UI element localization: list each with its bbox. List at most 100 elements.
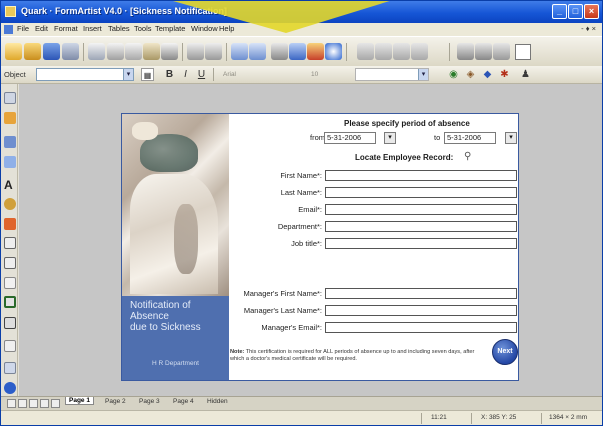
app-window: Quark · FormArtist V4.0 · [Sickness Noti… <box>0 0 603 426</box>
tab-page-1[interactable]: Page 1 <box>65 397 94 405</box>
minimize-button[interactable]: _ <box>552 4 567 19</box>
text-color-icon[interactable]: ✱ <box>498 68 511 81</box>
menu-file[interactable]: File <box>17 24 29 33</box>
line-tool-icon[interactable] <box>4 277 16 289</box>
close-button[interactable]: × <box>584 4 599 19</box>
document-window-controls[interactable]: - ♦ × <box>581 24 596 33</box>
first-name-field[interactable] <box>325 170 517 181</box>
properties-icon[interactable]: ▦ <box>141 68 154 81</box>
tab-page-2[interactable]: Page 2 <box>105 398 126 405</box>
next-page-icon[interactable] <box>29 399 38 408</box>
button-tool-icon[interactable] <box>4 218 16 230</box>
ungroup-icon[interactable] <box>475 43 492 60</box>
combo-tool-icon[interactable] <box>4 257 16 269</box>
delete-icon[interactable] <box>161 43 178 60</box>
list-tool-icon[interactable] <box>4 156 16 168</box>
redo-icon[interactable] <box>205 43 222 60</box>
script-tool-icon[interactable] <box>4 382 16 394</box>
chevron-down-icon[interactable]: ▾ <box>418 69 428 80</box>
next-button[interactable]: Next <box>492 339 518 365</box>
manager-email-label: Manager's Email*: <box>261 323 322 332</box>
script-icon[interactable] <box>307 43 324 60</box>
preview-icon[interactable] <box>88 43 105 60</box>
align-center-icon[interactable] <box>375 43 392 60</box>
table-tool-icon[interactable] <box>4 317 16 329</box>
manager-first-name-field[interactable] <box>325 288 517 299</box>
menu-insert[interactable]: Insert <box>83 24 102 33</box>
frame-tool-icon[interactable] <box>4 296 16 308</box>
first-page-icon[interactable] <box>7 399 16 408</box>
color-fill-icon[interactable]: ◉ <box>447 68 460 81</box>
font-name-field[interactable]: Arial <box>223 71 236 78</box>
checkbox-tool-icon[interactable] <box>4 237 16 249</box>
document-menu-icon[interactable] <box>4 25 13 34</box>
maximize-button[interactable]: □ <box>568 4 583 19</box>
note-text: This certification is required for ALL p… <box>230 349 475 362</box>
panel-footer: H R Department <box>152 360 199 367</box>
group-icon[interactable] <box>457 43 474 60</box>
signature-tool-icon[interactable] <box>4 362 16 374</box>
to-label: to <box>434 133 441 142</box>
spellcheck-icon[interactable] <box>289 43 306 60</box>
font-size-field[interactable]: 10 <box>311 71 318 78</box>
chevron-down-icon[interactable]: ▾ <box>123 69 133 80</box>
to-date-dropdown[interactable]: ▾ <box>505 132 517 144</box>
manager-email-field[interactable] <box>325 322 517 333</box>
help-icon[interactable] <box>325 43 342 60</box>
open-folder-icon[interactable] <box>24 43 41 60</box>
new-file-icon[interactable] <box>5 43 22 60</box>
italic-button[interactable]: I <box>179 68 192 81</box>
object-select[interactable]: ▾ <box>36 68 134 81</box>
manager-last-name-field[interactable] <box>325 305 517 316</box>
user-icon[interactable]: ♟ <box>519 68 532 81</box>
email-field[interactable] <box>325 204 517 215</box>
search-icon[interactable]: ⚲ <box>464 151 471 162</box>
prev-page-icon[interactable] <box>18 399 27 408</box>
menu-edit[interactable]: Edit <box>35 24 48 33</box>
tab-page-3[interactable]: Page 3 <box>139 398 160 405</box>
style-select[interactable]: ▾ <box>355 68 429 81</box>
design-canvas[interactable]: Notification of Absence due to Sickness … <box>19 84 602 396</box>
department-label: Department*: <box>277 222 322 231</box>
format-toolbar: Object ▾ ▦ B I U Arial 10 ▾ ◉ ◈ ◆ ✱ ♟ <box>1 66 602 84</box>
tab-page-4[interactable]: Page 4 <box>173 398 194 405</box>
align-left-icon[interactable] <box>357 43 374 60</box>
hand-tool-icon[interactable] <box>4 112 16 124</box>
cut-icon[interactable] <box>107 43 124 60</box>
paste-icon[interactable] <box>143 43 160 60</box>
menu-format[interactable]: Format <box>54 24 78 33</box>
border-icon[interactable]: ◈ <box>464 68 477 81</box>
align-right-icon[interactable] <box>393 43 410 60</box>
last-page-icon[interactable] <box>40 399 49 408</box>
menu-tools[interactable]: Tools <box>134 24 152 33</box>
barcode-tool-icon[interactable] <box>4 340 16 352</box>
form-view-icon[interactable] <box>231 43 248 60</box>
save-icon[interactable] <box>43 43 60 60</box>
distribute-icon[interactable] <box>411 43 428 60</box>
menu-tables[interactable]: Tables <box>108 24 130 33</box>
underline-button[interactable]: U <box>195 68 208 81</box>
tab-hidden[interactable]: Hidden <box>207 398 228 405</box>
bold-button[interactable]: B <box>163 68 176 81</box>
pointer-tool-icon[interactable] <box>4 92 16 104</box>
copy-icon[interactable] <box>125 43 142 60</box>
page-setup-icon[interactable] <box>515 44 531 60</box>
from-date-dropdown[interactable]: ▾ <box>384 132 396 144</box>
design-view-icon[interactable] <box>249 43 266 60</box>
order-icon[interactable] <box>493 43 510 60</box>
standard-toolbar <box>1 36 602 66</box>
job-title-field[interactable] <box>325 238 517 249</box>
status-bar: 11:21 X: 385 Y: 25 1364 × 2 mm <box>1 410 602 425</box>
print-icon[interactable] <box>62 43 79 60</box>
from-date-field[interactable]: 5-31-2006 <box>324 132 376 144</box>
department-field[interactable] <box>325 221 517 232</box>
image-tool-icon[interactable] <box>4 198 16 210</box>
add-page-icon[interactable] <box>51 399 60 408</box>
zoom-icon[interactable] <box>271 43 288 60</box>
line-color-icon[interactable]: ◆ <box>481 68 494 81</box>
to-date-field[interactable]: 5-31-2006 <box>444 132 496 144</box>
undo-icon[interactable] <box>187 43 204 60</box>
field-tool-icon[interactable] <box>4 136 16 148</box>
text-tool-icon[interactable]: A <box>4 179 16 191</box>
last-name-field[interactable] <box>325 187 517 198</box>
